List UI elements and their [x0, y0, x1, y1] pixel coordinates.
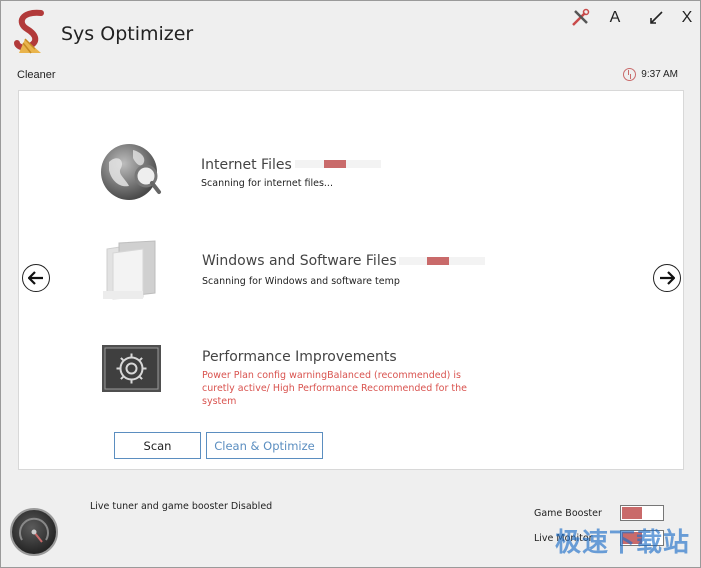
game-booster-toggle-knob	[622, 507, 642, 519]
performance-title: Performance Improvements	[202, 349, 397, 365]
clock-icon	[623, 68, 637, 81]
windows-files-progress	[399, 257, 485, 265]
globe-search-icon	[101, 144, 161, 200]
arrow-right-icon[interactable]	[653, 264, 681, 292]
internet-files-title: Internet Files	[201, 157, 292, 173]
performance-warning: Power Plan config warningBalanced (recom…	[202, 370, 467, 407]
app-window: Sys Optimizer A X Cleaner 9:37 AM Intern…	[0, 0, 701, 568]
gauge-icon[interactable]	[10, 508, 58, 556]
app-logo-icon	[14, 9, 44, 54]
game-booster-toggle[interactable]	[620, 505, 664, 521]
clock-time: 9:37 AM	[641, 69, 678, 80]
footer-status: Live tuner and game booster Disabled	[90, 501, 273, 512]
folder-icon	[103, 240, 156, 300]
app-title: Sys Optimizer	[61, 23, 194, 45]
section-label: Cleaner	[17, 69, 56, 81]
clean-optimize-button[interactable]: Clean & Optimize	[206, 432, 323, 459]
windows-files-title: Windows and Software Files	[202, 253, 397, 269]
gear-icon	[102, 345, 161, 392]
tools-icon[interactable]	[568, 7, 592, 29]
internet-files-status: Scanning for internet files...	[201, 178, 333, 189]
watermark: 极速下载站	[554, 527, 690, 557]
scan-button[interactable]: Scan	[114, 432, 201, 459]
game-booster-label: Game Booster	[534, 508, 602, 519]
internet-files-progress-fill	[324, 160, 346, 168]
minimize-arrow-icon[interactable]	[644, 7, 668, 29]
windows-files-status: Scanning for Windows and software temp	[202, 276, 400, 287]
arrow-left-icon[interactable]	[22, 264, 50, 292]
font-size-button[interactable]: A	[603, 7, 627, 29]
windows-files-progress-fill	[427, 257, 449, 265]
close-button[interactable]: X	[675, 7, 699, 29]
internet-files-progress	[295, 160, 381, 168]
clock: 9:37 AM	[623, 68, 678, 81]
